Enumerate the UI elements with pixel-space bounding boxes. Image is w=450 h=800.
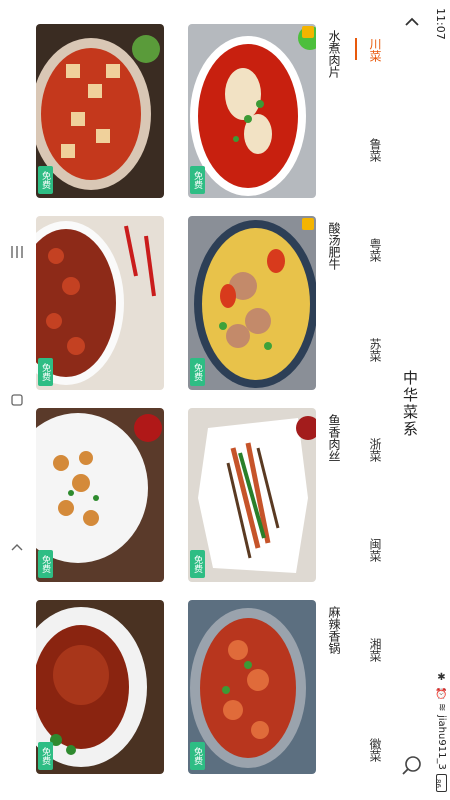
- free-badge: 免费: [190, 358, 205, 386]
- free-badge: 免费: [38, 166, 53, 194]
- category-tabs: 川菜 鲁菜 粤菜 苏菜 浙菜 闽菜 湘菜 徽菜: [355, 0, 395, 800]
- home-icon[interactable]: [9, 392, 25, 408]
- tab-xiang[interactable]: 湘菜: [367, 638, 384, 662]
- back-nav-icon[interactable]: [9, 540, 25, 556]
- dish-card-3[interactable]: 免费 酸汤肥牛: [188, 216, 348, 390]
- status-bar: 11:07 ✱ ⏰ ≋ jiahu911_3 86: [428, 0, 450, 800]
- status-time: 11:07: [434, 8, 447, 40]
- chevron-back-icon: [400, 17, 424, 38]
- dish-photo: 免费: [36, 408, 164, 582]
- tab-lu[interactable]: 鲁菜: [367, 138, 384, 162]
- dish-title: 鱼香肉丝: [327, 414, 341, 462]
- dish-photo: 免费: [188, 600, 316, 774]
- dish-title: 麻辣香锅: [327, 606, 341, 654]
- dish-photo: 免费: [188, 24, 316, 198]
- dish-photo: 免费: [36, 24, 164, 198]
- dish-card-1[interactable]: 免费 水煮肉片: [188, 24, 348, 198]
- dish-card-4[interactable]: 免费: [36, 216, 196, 390]
- dish-card-6[interactable]: 免费: [36, 408, 196, 582]
- dish-card-7[interactable]: 免费 麻辣香锅: [188, 600, 348, 774]
- dish-title-strip: 水煮肉片: [316, 24, 348, 198]
- tab-su[interactable]: 苏菜: [367, 338, 384, 362]
- dish-card-5[interactable]: 免费 鱼香肉丝: [188, 408, 348, 582]
- tab-zhe[interactable]: 浙菜: [367, 438, 384, 462]
- bluetooth-icon: ✱: [436, 671, 447, 683]
- menu-icon[interactable]: [9, 244, 25, 260]
- free-badge: 免费: [38, 358, 53, 386]
- free-badge: 免费: [190, 742, 205, 770]
- dish-title-strip: 麻辣香锅: [316, 600, 348, 774]
- dish-card-2[interactable]: 免费: [36, 24, 196, 198]
- featured-badge: [302, 218, 314, 230]
- system-nav-bar: [0, 0, 34, 800]
- back-button[interactable]: [400, 10, 424, 34]
- search-icon: [399, 756, 425, 782]
- dish-photo: 免费: [188, 408, 316, 582]
- free-badge: 免费: [190, 166, 205, 194]
- dish-title-strip: 酸汤肥牛: [316, 216, 348, 390]
- free-badge: 免费: [190, 550, 205, 578]
- free-badge: 免费: [38, 742, 53, 770]
- app-root: 免费 免费 免费 免费 免费 水煮肉片 免费 酸汤肥牛 免费 鱼香肉丝 免费 麻…: [0, 0, 450, 800]
- tab-chuan[interactable]: 川菜: [367, 38, 384, 62]
- page-title: 中华菜系: [401, 370, 419, 438]
- dish-title-strip: 鱼香肉丝: [316, 408, 348, 582]
- tab-yue[interactable]: 粤菜: [367, 238, 384, 262]
- status-icons: ✱ ⏰ ≋ jiahu911_3 86: [434, 671, 447, 792]
- alarm-icon: ⏰: [436, 686, 447, 699]
- tab-hui[interactable]: 徽菜: [367, 738, 384, 762]
- dish-photo: 免费: [36, 600, 164, 774]
- battery-icon: 86: [434, 774, 447, 792]
- wifi-icon: ≋: [436, 702, 447, 712]
- active-tab-indicator: [355, 38, 357, 60]
- dish-card-8[interactable]: 免费: [36, 600, 196, 774]
- featured-badge: [302, 26, 314, 38]
- dish-photo: 免费: [36, 216, 164, 390]
- tab-min[interactable]: 闽菜: [367, 538, 384, 562]
- search-button[interactable]: [399, 752, 425, 778]
- dish-photo: 免费: [188, 216, 316, 390]
- free-badge: 免费: [38, 550, 53, 578]
- dish-title: 水煮肉片: [327, 30, 341, 78]
- carrier-label: jiahu911_3: [436, 715, 447, 770]
- dish-title: 酸汤肥牛: [327, 222, 341, 270]
